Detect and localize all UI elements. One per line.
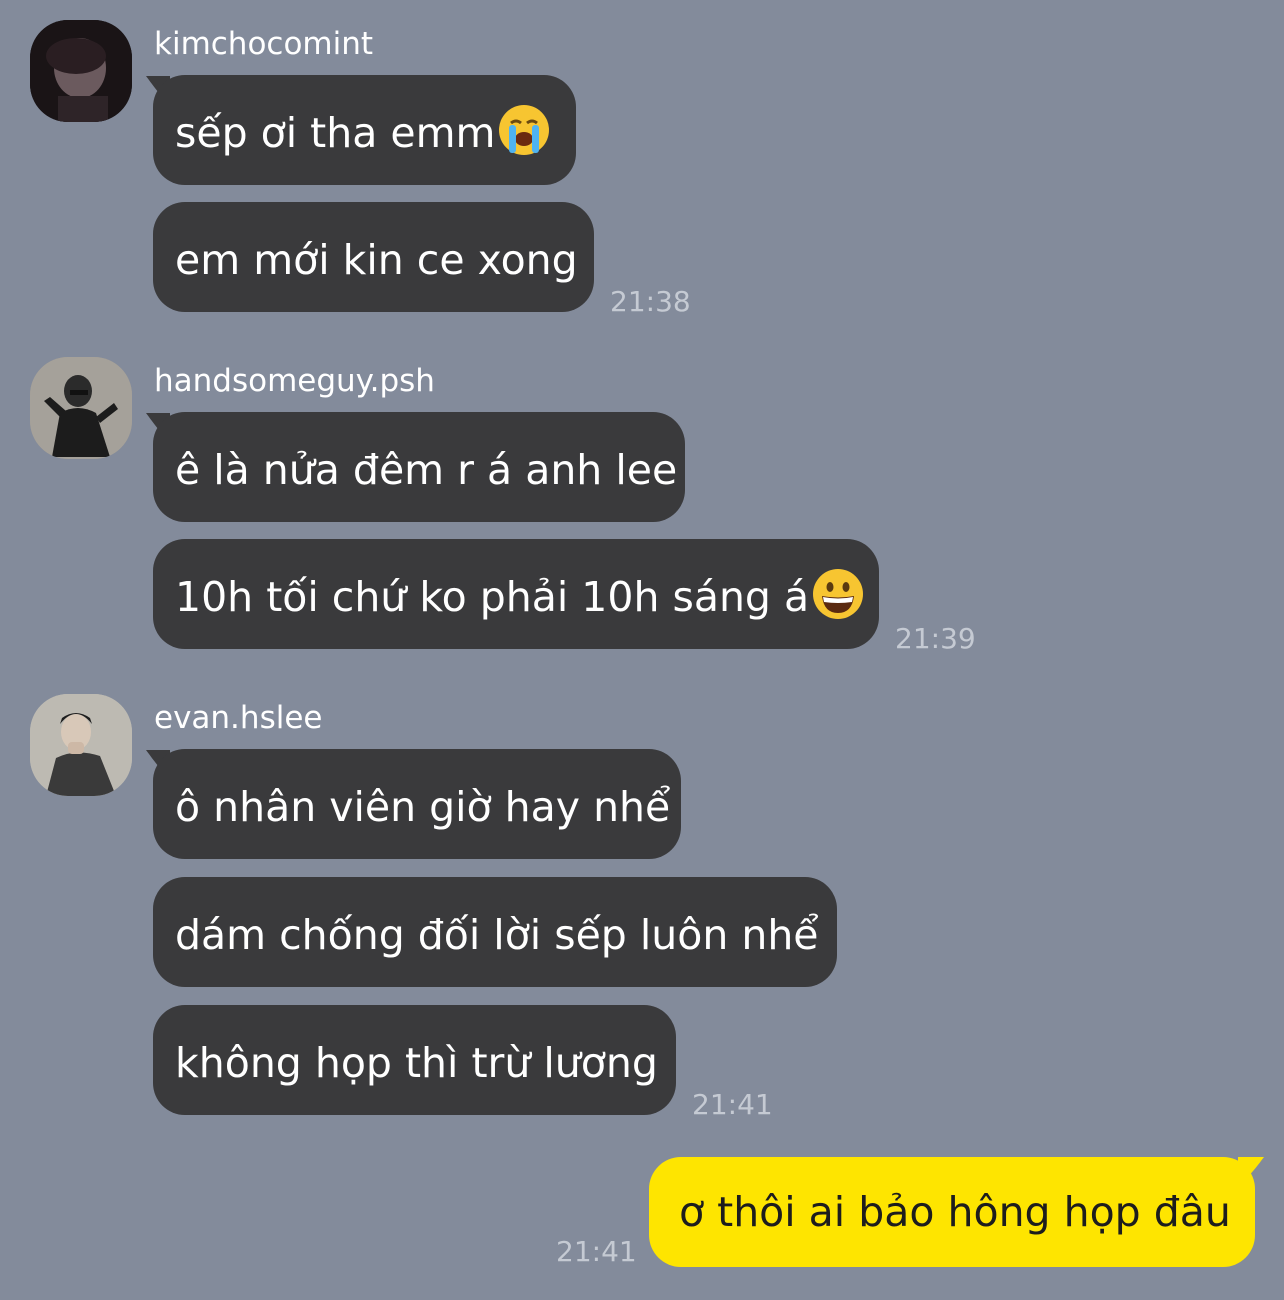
message-bubble[interactable]: 10h tối chứ ko phải 10h sáng á	[153, 539, 879, 649]
message-text: không họp thì trừ lương	[175, 1039, 658, 1087]
message-text: ê là nửa đêm r á anh lee	[175, 446, 678, 494]
message-bubble[interactable]: không họp thì trừ lương	[153, 1005, 676, 1115]
message-bubble[interactable]: ô nhân viên giờ hay nhể	[153, 749, 681, 859]
avatar-handsomeguy[interactable]	[30, 357, 132, 459]
message-bubble[interactable]: ê là nửa đêm r á anh lee	[153, 412, 685, 522]
avatar-kimchocomint[interactable]	[30, 20, 132, 122]
message-text: sếp ơi tha emm	[175, 109, 496, 157]
message-bubble[interactable]: em mới kin ce xong	[153, 202, 594, 312]
my-message-bubble[interactable]: ơ thôi ai bảo hông họp đâu	[649, 1157, 1255, 1267]
message-timestamp: 21:41	[692, 1088, 773, 1121]
avatar-photo-icon	[30, 694, 132, 796]
message-text: ô nhân viên giờ hay nhể	[175, 783, 671, 831]
sender-name: kimchocomint	[154, 26, 374, 62]
sender-name: evan.hslee	[154, 700, 323, 736]
sender-name: handsomeguy.psh	[154, 363, 435, 399]
message-timestamp: 21:38	[610, 285, 691, 318]
message-text: dám chống đối lời sếp luôn nhể	[175, 911, 819, 959]
avatar-photo-icon	[30, 357, 132, 459]
message-bubble[interactable]: dám chống đối lời sếp luôn nhể	[153, 877, 837, 987]
message-bubble[interactable]: sếp ơi tha emm	[153, 75, 576, 185]
message-timestamp: 21:41	[556, 1235, 637, 1268]
message-text: em mới kin ce xong	[175, 236, 578, 284]
message-text: 10h tối chứ ko phải 10h sáng á	[175, 573, 810, 621]
message-text: ơ thôi ai bảo hông họp đâu	[679, 1188, 1231, 1236]
avatar-photo-icon	[30, 20, 132, 122]
grinning-face-emoji	[813, 569, 864, 619]
message-timestamp: 21:39	[895, 622, 976, 655]
loudly-crying-face-emoji	[499, 105, 550, 155]
avatar-evan-hslee[interactable]	[30, 694, 132, 796]
